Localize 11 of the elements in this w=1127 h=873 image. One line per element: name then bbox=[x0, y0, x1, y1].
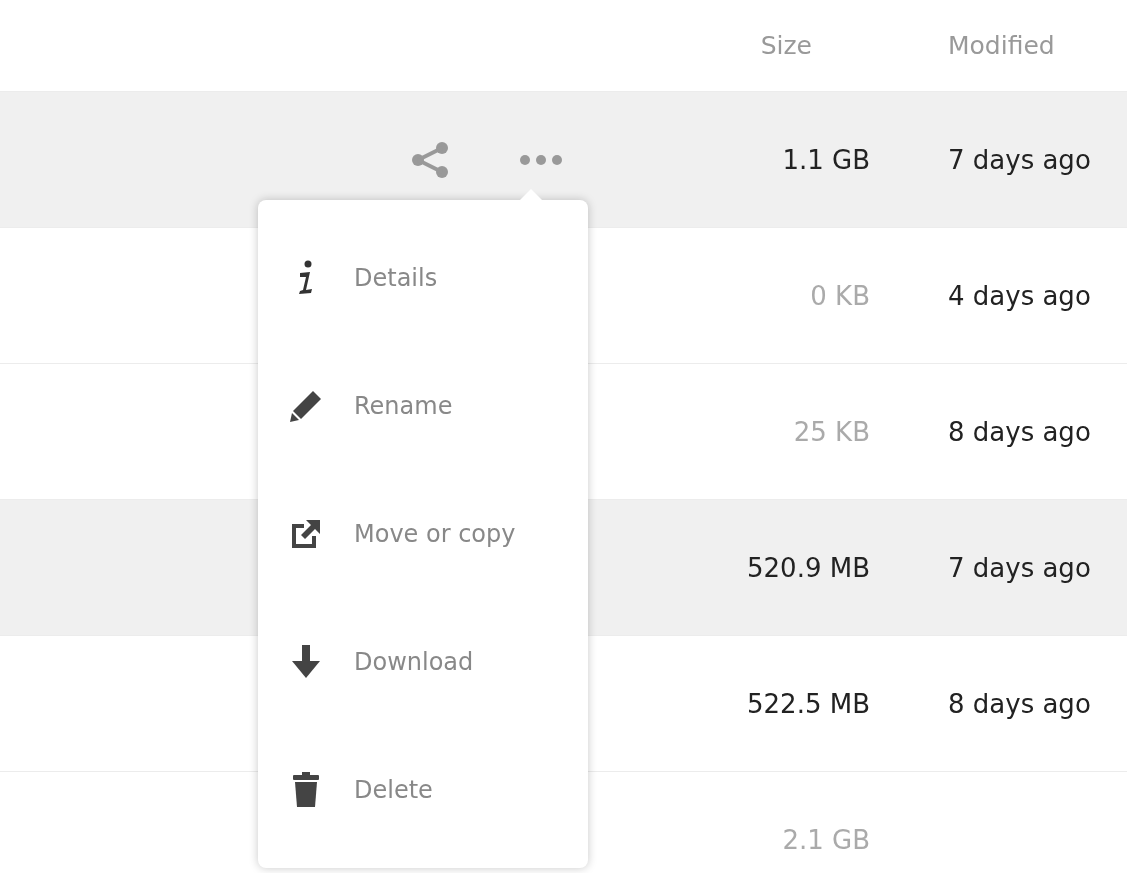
modified-text: 7 days ago bbox=[948, 552, 1091, 583]
modified-text: 4 days ago bbox=[948, 280, 1091, 311]
size-text: 1.1 GB bbox=[782, 144, 870, 175]
modified-text: 8 days ago bbox=[948, 416, 1091, 447]
size-text: 522.5 MB bbox=[747, 688, 870, 719]
size-text: 520.9 MB bbox=[747, 552, 870, 583]
modified-text: 8 days ago bbox=[948, 688, 1091, 719]
size-text: 0 KB bbox=[810, 280, 870, 311]
size-text: 2.1 GB bbox=[782, 824, 870, 855]
modified-text: 7 days ago bbox=[948, 144, 1091, 175]
size-text: 25 KB bbox=[793, 416, 870, 447]
